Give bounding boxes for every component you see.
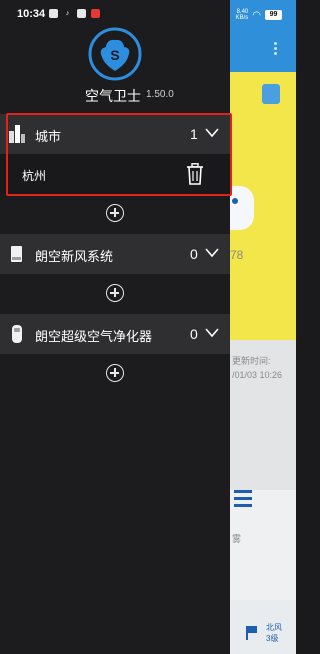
selection-highlight — [6, 113, 232, 196]
app-name: 空气卫士 — [85, 88, 141, 104]
chevron-down-icon[interactable] — [205, 247, 219, 259]
notification-app-icon — [49, 9, 58, 18]
group-label: 朗空超级空气净化器 — [35, 329, 153, 344]
status-right: 8.40 KB/s ◠ 99 — [236, 9, 282, 21]
weather-text: 雾 — [232, 534, 242, 544]
chevron-down-icon[interactable] — [205, 327, 219, 339]
update-time: 更新时间: /01/03 10:26 — [232, 356, 283, 380]
air-purifier-icon — [12, 325, 22, 343]
shopping-bag-icon[interactable] — [262, 84, 280, 104]
aqi-value: 78 — [230, 248, 244, 262]
group-purifier[interactable]: 朗空超级空气净化器 0 — [0, 314, 230, 354]
add-city-button[interactable] — [106, 204, 124, 222]
svg-text:S: S — [110, 47, 119, 63]
navigation-drawer: S 空气卫士 1.50.0 城市 1 杭州 朗空新风系统 0 朗空超级空气净化器… — [0, 0, 232, 654]
wind-flag-icon — [246, 626, 258, 640]
background-footer — [228, 600, 296, 654]
group-fresh-air[interactable]: 朗空新风系统 0 — [0, 234, 230, 274]
group-count: 0 — [190, 246, 198, 262]
add-purifier-button[interactable] — [106, 364, 124, 382]
notification-badge-icon — [91, 9, 100, 18]
app-logo-icon: S — [88, 27, 142, 81]
more-menu-icon[interactable] — [274, 42, 278, 56]
tiktok-icon: ♪ — [65, 10, 70, 17]
battery-icon: 99 — [265, 10, 282, 20]
wifi-icon: ◠ — [252, 9, 261, 21]
list-icon[interactable] — [234, 490, 252, 511]
status-time: 10:34 — [17, 8, 46, 20]
network-speed: 8.40 KB/s — [235, 9, 249, 21]
notification-icons: ♪ — [49, 9, 100, 18]
status-bar: 10:34 ♪ 8.40 KB/s ◠ 99 — [0, 0, 296, 30]
group-label: 朗空新风系统 — [35, 249, 114, 264]
app-version: 1.50.0 — [146, 89, 174, 100]
wind-info: 北风 3级 — [266, 623, 282, 643]
fresh-air-unit-icon — [11, 246, 22, 262]
add-fresh-air-button[interactable] — [106, 284, 124, 302]
group-count: 0 — [190, 326, 198, 342]
mail-icon — [77, 9, 86, 18]
